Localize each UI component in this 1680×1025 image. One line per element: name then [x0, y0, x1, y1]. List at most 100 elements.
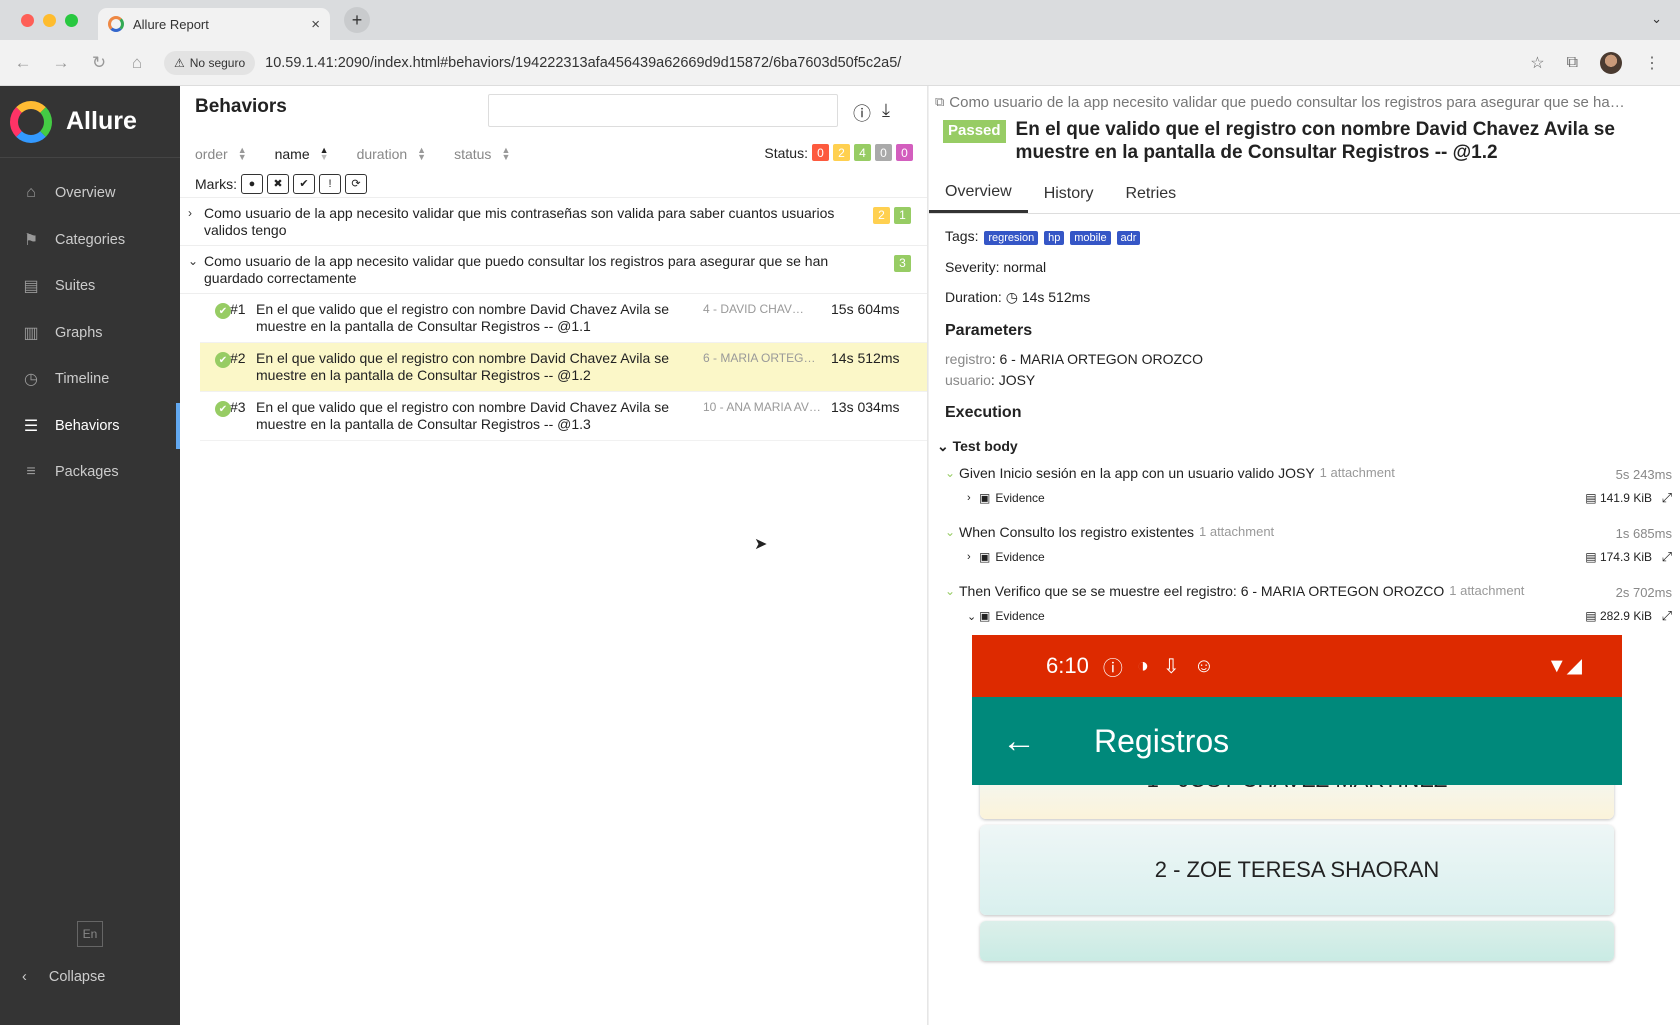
- attachment-name: Evidence: [995, 609, 1045, 623]
- test-duration: 15s 604ms: [831, 301, 900, 317]
- sort-bar: order ▲ ▼ name ▲ ▼ duration ▲ ▼ status ▲ ▼ Statu…: [180, 138, 927, 170]
- attachment-row[interactable]: › ▣ Evidence ▤ 141.9 KiB ⤢: [945, 490, 1672, 506]
- status-skipped-badge[interactable]: 0: [875, 144, 892, 161]
- sort-order[interactable]: order ▲ ▼: [195, 145, 247, 163]
- new-passed-mark-icon[interactable]: ✔: [293, 173, 315, 194]
- warning-icon: ⚠: [174, 55, 185, 70]
- new-broken-mark-icon[interactable]: !: [319, 173, 341, 194]
- sort-arrows-icon: ▲ ▼: [237, 145, 247, 162]
- sort-status[interactable]: status ▲ ▼: [454, 146, 510, 163]
- sidebar-item-suites[interactable]: ▤ Suites: [0, 263, 180, 310]
- sidebar: Allure ⌂ Overview ⚑ Categories ▤ Suites ▥ Gr…: [0, 86, 180, 1025]
- retries-mark-icon[interactable]: ⟳: [345, 173, 367, 194]
- fullscreen-icon[interactable]: ⤢: [1662, 549, 1672, 565]
- test-title: En el que valido que el registro con nom…: [1015, 119, 1615, 163]
- attachment-size: ▤ 141.9 KiB: [1585, 491, 1652, 505]
- url-field[interactable]: ⚠ No seguro 10.59.1.41:2090/index.html#be…: [164, 47, 1530, 79]
- search-input[interactable]: [488, 94, 838, 127]
- test-duration: 13s 034ms: [831, 399, 900, 415]
- sidebar-item-timeline[interactable]: ◷ Timeline: [0, 356, 180, 403]
- test-row[interactable]: ✔ #3 En el que valido que el registro co…: [200, 392, 927, 441]
- collapse-button[interactable]: ‹ Collapse: [22, 969, 105, 985]
- minimize-window-button[interactable]: [43, 13, 56, 27]
- step-attachments: 1 attachment: [1319, 465, 1395, 480]
- sidebar-item-label: Categories: [55, 231, 126, 248]
- info-icon[interactable]: ⓘ: [853, 100, 871, 126]
- tab-retries[interactable]: Retries: [1109, 174, 1192, 213]
- sidebar-item-overview[interactable]: ⌂ Overview: [0, 170, 180, 217]
- status-unknown-badge[interactable]: 0: [896, 144, 913, 161]
- chevron-down-icon: ⌄: [937, 438, 949, 454]
- step[interactable]: ⌄ Then Verifico que se se muestre eel re…: [945, 583, 1672, 600]
- sort-duration[interactable]: duration ▲ ▼: [357, 145, 427, 163]
- language-selector[interactable]: En: [77, 921, 103, 947]
- status-broken-badge[interactable]: 2: [833, 144, 850, 161]
- allure-logo-icon: [10, 100, 52, 143]
- chevron-right-icon: ›: [188, 206, 192, 220]
- back-icon[interactable]: ←: [14, 53, 32, 73]
- step-duration: 5s 243ms: [1615, 467, 1672, 482]
- attachment-row[interactable]: › ▣ Evidence ▤ 174.3 KiB ⤢: [945, 549, 1672, 565]
- brand[interactable]: Allure: [0, 86, 180, 158]
- browser-menu-icon[interactable]: ⋮: [1644, 53, 1660, 73]
- group-title: Como usuario de la app necesito validar …: [204, 253, 829, 286]
- copy-icon[interactable]: ⧉: [935, 94, 944, 110]
- sidebar-item-behaviors[interactable]: ☰ Behaviors: [0, 402, 180, 449]
- chevron-down-icon: ⌄: [945, 584, 956, 598]
- bookmark-star-icon[interactable]: ☆: [1530, 53, 1544, 73]
- severity-row: Severity: normal: [945, 259, 1664, 275]
- chevron-left-icon: ‹: [22, 969, 27, 985]
- step-duration: 1s 685ms: [1615, 526, 1672, 541]
- sort-arrows-icon: ▲ ▼: [417, 145, 427, 162]
- tab-search-icon[interactable]: ⌄: [1651, 11, 1662, 27]
- phone-status-bar: 6:10 ⓘ ◑ ⇩ ☺ ▼◢: [972, 635, 1622, 697]
- browser-tab[interactable]: Allure Report ×: [98, 8, 330, 40]
- flaky-mark-icon[interactable]: ●: [241, 173, 263, 194]
- sidebar-item-graphs[interactable]: ▥ Graphs: [0, 310, 180, 357]
- allure-favicon-icon: [108, 16, 124, 32]
- test-body-toggle[interactable]: ⌄ Test body: [937, 438, 1664, 455]
- new-failed-mark-icon[interactable]: ✖: [267, 173, 289, 194]
- status-passed-badge[interactable]: 4: [854, 144, 871, 161]
- fullscreen-icon[interactable]: ⤢: [1662, 490, 1672, 506]
- info-icon: ⓘ: [1102, 657, 1123, 680]
- status-failed-badge[interactable]: 0: [812, 144, 829, 161]
- tab-overview[interactable]: Overview: [929, 174, 1028, 213]
- step[interactable]: ⌄ When Consulto los registro existentes …: [945, 524, 1672, 541]
- tab-history[interactable]: History: [1028, 174, 1110, 213]
- attachment-row[interactable]: ⌄ ▣ Evidence ▤ 282.9 KiB ⤢: [945, 608, 1672, 624]
- close-window-button[interactable]: [21, 13, 34, 27]
- breadcrumb[interactable]: ⧉ Como usuario de la app necesito valida…: [929, 86, 1680, 118]
- test-row-selected[interactable]: ✔ #2 En el que valido que el registro co…: [200, 343, 927, 392]
- test-row[interactable]: ✔ #1 En el que valido que el registro co…: [200, 294, 927, 343]
- sidebar-item-categories[interactable]: ⚑ Categories: [0, 217, 180, 264]
- test-number: #3: [230, 399, 246, 415]
- step-name: When Consulto los registro existentes: [959, 524, 1194, 540]
- behavior-group[interactable]: › Como usuario de la app necesito valida…: [180, 198, 927, 246]
- extensions-icon[interactable]: ⧉: [1567, 54, 1578, 72]
- sort-name[interactable]: name ▲ ▼: [275, 146, 329, 163]
- profile-avatar[interactable]: [1600, 51, 1622, 74]
- reload-icon[interactable]: ↻: [90, 53, 108, 73]
- step[interactable]: ⌄ Given Inicio sesión en la app con un u…: [945, 465, 1672, 482]
- align-left-icon: ≡: [26, 463, 36, 481]
- size-text: 282.9 KiB: [1599, 609, 1652, 623]
- size-text: 174.3 KiB: [1599, 550, 1652, 564]
- chevron-down-icon: ⌄: [188, 254, 199, 268]
- security-indicator[interactable]: ⚠ No seguro: [164, 50, 256, 75]
- forward-icon[interactable]: →: [52, 53, 70, 73]
- url-text: 10.59.1.41:2090/index.html#behaviors/194…: [265, 54, 902, 71]
- download-icon[interactable]: ⤓: [882, 100, 890, 121]
- step-attachments: 1 attachment: [1199, 524, 1275, 539]
- tab-close-icon[interactable]: ×: [311, 16, 320, 33]
- new-tab-button[interactable]: +: [344, 7, 370, 33]
- chevron-down-icon: ⌄: [945, 466, 956, 480]
- sort-label: order: [195, 146, 228, 162]
- home-icon[interactable]: ⌂: [128, 53, 146, 73]
- clock-icon: ◷: [1005, 289, 1018, 305]
- group-passed-badge: 1: [894, 207, 911, 224]
- maximize-window-button[interactable]: [65, 13, 78, 27]
- behavior-group[interactable]: ⌄ Como usuario de la app necesito valida…: [180, 246, 927, 294]
- fullscreen-icon[interactable]: ⤢: [1662, 608, 1672, 624]
- sidebar-item-packages[interactable]: ≡ Packages: [0, 449, 180, 496]
